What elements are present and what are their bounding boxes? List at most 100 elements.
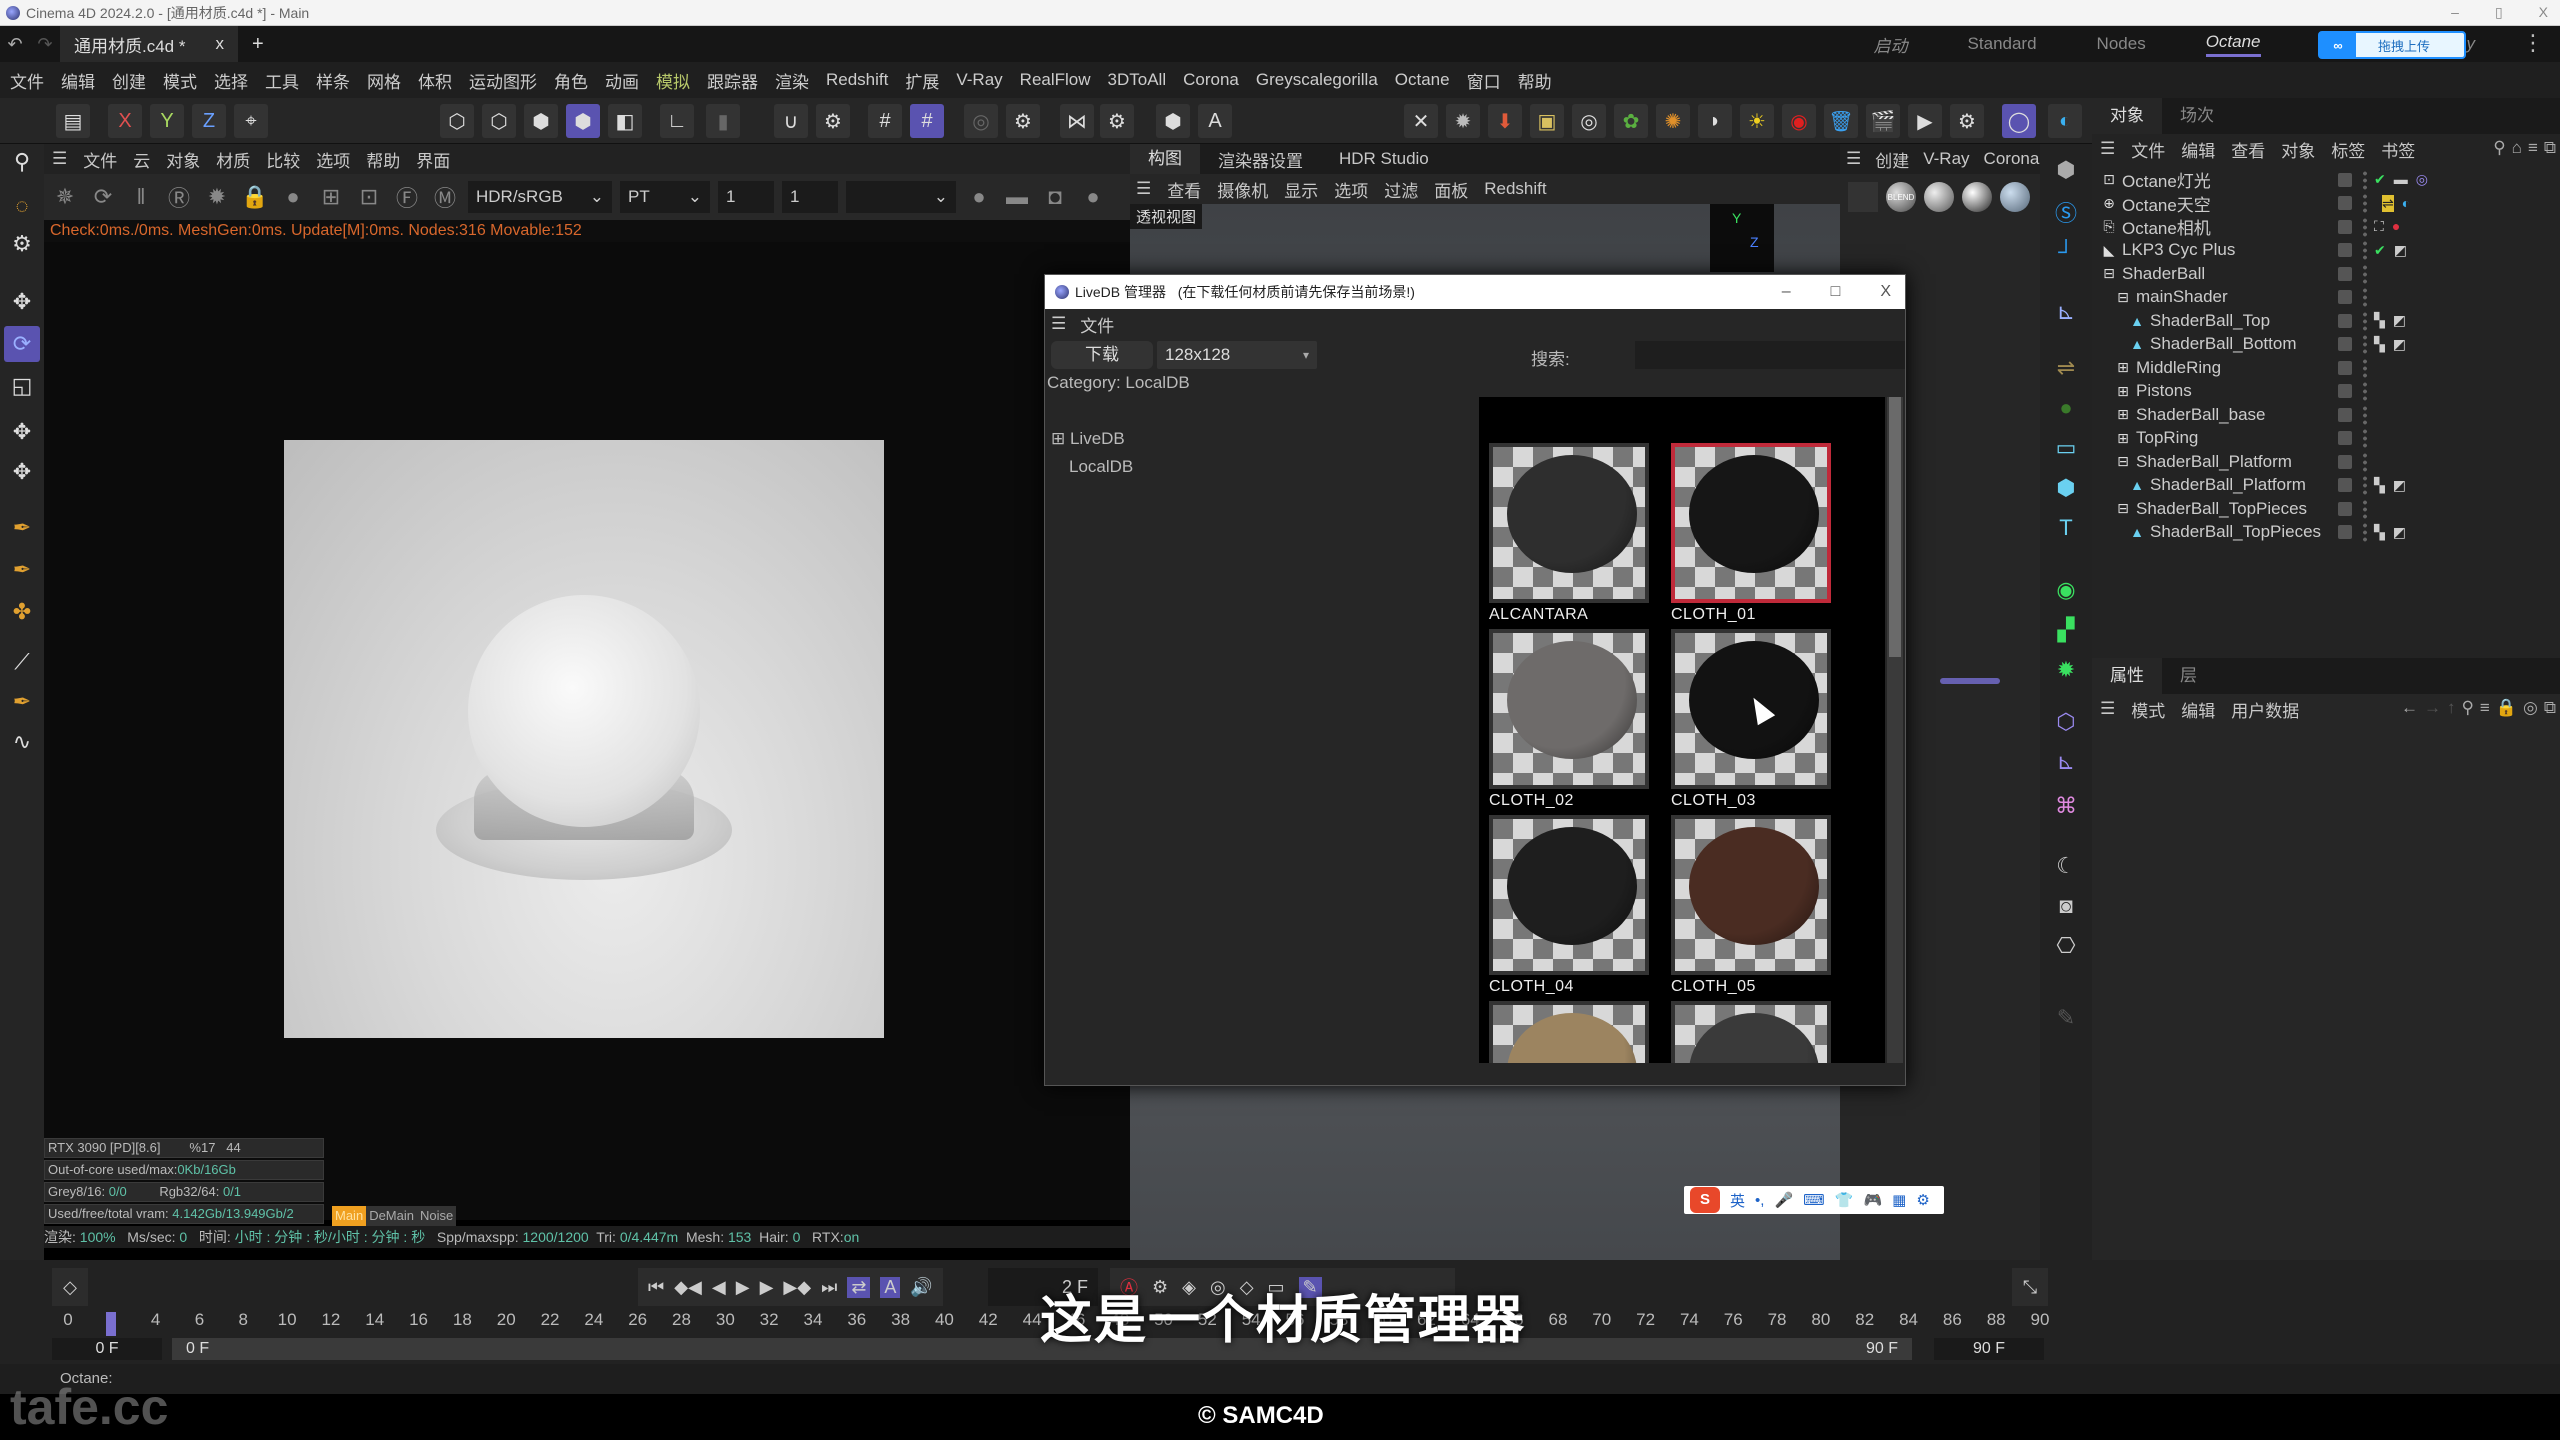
object-panel-tab[interactable]: 场次 [2162, 98, 2232, 134]
viewport-menu-item[interactable]: 显示 [1284, 177, 1318, 202]
keyframe-icon[interactable]: ◇ [52, 1268, 88, 1306]
hamburger-icon[interactable]: ☰ [2100, 139, 2115, 159]
menu-item[interactable]: 选择 [214, 68, 248, 93]
attribute-panel-tab[interactable]: 属性 [2092, 658, 2162, 694]
redo-icon[interactable]: ↷ [30, 34, 60, 55]
tag-icon[interactable]: ● [2392, 218, 2400, 235]
expand-timeline-icon[interactable]: ⤡ [2012, 1268, 2048, 1306]
octane-menu-item[interactable]: 选项 [316, 147, 350, 172]
tag-icon[interactable]: ▚ [2374, 477, 2385, 494]
tree-item-livedb[interactable]: ⊞ LiveDB [1051, 425, 1501, 453]
start-min-field[interactable]: 0 F [52, 1338, 162, 1360]
render-dots[interactable] [2362, 334, 2368, 355]
hamburger-icon[interactable]: ☰ [1051, 314, 1066, 334]
new-window-icon[interactable]: ⧉ [2544, 698, 2556, 718]
minimize-button[interactable]: – [2451, 4, 2459, 21]
render-dots[interactable] [2362, 451, 2368, 472]
visibility-toggle[interactable] [2338, 478, 2352, 493]
object-row[interactable]: ▲ ShaderBall_Top ▚ ◩ [2092, 309, 2560, 333]
menu-item[interactable]: Redshift [826, 70, 888, 90]
attribute-menu-item[interactable]: 模式 [2131, 697, 2165, 722]
menu-item[interactable]: 编辑 [61, 68, 95, 93]
ime-language[interactable]: 英 [1730, 1190, 1745, 1211]
hamburger-icon[interactable]: ☰ [1846, 149, 1861, 169]
multi-transform-icon[interactable]: ✥ [4, 454, 40, 490]
new-tab-button[interactable]: + [252, 33, 264, 56]
forward-icon[interactable]: → [2424, 698, 2441, 718]
shuffle-icon[interactable]: ✕ [1404, 104, 1438, 138]
dialog-menu-file[interactable]: 文件 [1080, 312, 1114, 337]
render-dots[interactable] [2362, 475, 2368, 496]
octane-target-icon[interactable]: ◎ [1572, 104, 1606, 138]
mid-menu-item[interactable]: Corona [1984, 149, 2040, 169]
object-row[interactable]: ⊡ Octane灯光 ✔ ▬ ◎ [2092, 168, 2560, 192]
tree-item-localdb[interactable]: LocalDB [1051, 453, 1501, 481]
menu-item[interactable]: 跟踪器 [707, 68, 758, 93]
dialog-maximize-button[interactable]: □ [1831, 283, 1841, 301]
tag-icon[interactable]: ✔ [2374, 242, 2386, 259]
octane-menu-item[interactable]: 文件 [83, 147, 117, 172]
object-row[interactable]: ◣ LKP3 Cyc Plus ✔ ◩ [2092, 239, 2560, 263]
render-dots[interactable] [2362, 404, 2368, 425]
filter-icon[interactable]: ≡ [2480, 698, 2490, 718]
material-item[interactable]: CLOTH_04 [1489, 815, 1649, 999]
menu-item[interactable]: 动画 [605, 68, 639, 93]
render-dots[interactable] [2362, 287, 2368, 308]
layout-tab[interactable]: 启动 [1874, 32, 1908, 57]
sphere-icon[interactable]: ● [278, 182, 308, 212]
viewport-menu-item[interactable]: 摄像机 [1217, 177, 1268, 202]
hamburger-icon[interactable]: ☰ [52, 149, 67, 169]
render-dots[interactable] [2362, 428, 2368, 449]
object-menu-item[interactable]: 标签 [2331, 137, 2365, 162]
search-input[interactable] [1635, 341, 1905, 369]
apps-icon[interactable]: ▦ [1892, 1191, 1906, 1209]
cloner-icon[interactable]: ● [2048, 390, 2084, 426]
knife-icon[interactable]: ✒ [4, 684, 40, 720]
menu-item[interactable]: 样条 [316, 68, 350, 93]
object-row[interactable]: ⊟ mainShader [2092, 286, 2560, 310]
symmetry-icon[interactable]: ⋈ [1060, 104, 1094, 138]
text-icon[interactable]: T [2048, 510, 2084, 546]
tag-icon[interactable]: ▬ [2394, 171, 2408, 188]
soft-selection-icon[interactable]: ◎ [964, 104, 998, 138]
play-icon[interactable]: ▶ [736, 1277, 750, 1298]
menu-item[interactable]: 窗口 [1467, 68, 1501, 93]
light-icon[interactable]: ⎔ [2048, 928, 2084, 964]
menu-item[interactable]: 角色 [554, 68, 588, 93]
material-thumbnail[interactable] [1671, 443, 1831, 603]
visibility-toggle[interactable] [2338, 266, 2352, 281]
tag-icon[interactable]: ◩ [2394, 242, 2407, 259]
object-row[interactable]: ⊟ ShaderBall [2092, 262, 2560, 286]
octane-scatter-icon[interactable]: ✿ [1614, 104, 1648, 138]
film-region-icon[interactable]: ⊡ [354, 182, 384, 212]
z-axis-toggle[interactable]: Z [192, 104, 226, 138]
more-menu-icon[interactable]: ⋮ [2522, 30, 2544, 56]
object-row[interactable]: ⊟ ShaderBall_Platform [2092, 450, 2560, 474]
tag-icon[interactable]: ◩ [2393, 524, 2406, 541]
visibility-toggle[interactable] [2338, 384, 2352, 399]
sound-icon[interactable]: 🔊 [910, 1277, 932, 1298]
menu-item[interactable]: Greyscalegorilla [1256, 70, 1378, 90]
channel-main[interactable]: Main [332, 1206, 367, 1226]
menu-item[interactable]: Corona [1183, 70, 1239, 90]
object-row[interactable]: ⊞ ShaderBall_base [2092, 403, 2560, 427]
end-max-field[interactable]: 90 F [1934, 1338, 2044, 1360]
octane-menu-item[interactable]: 界面 [416, 147, 450, 172]
add-region-icon[interactable]: ⊞ [316, 182, 346, 212]
octane-vdb-icon[interactable]: ✺ [1656, 104, 1690, 138]
menu-item[interactable]: 文件 [10, 68, 44, 93]
snap-settings-icon[interactable]: ⚙ [816, 104, 850, 138]
menu-item[interactable]: 工具 [265, 68, 299, 93]
visibility-toggle[interactable] [2338, 360, 2352, 375]
tag-icon[interactable]: ◩ [2393, 312, 2406, 329]
upload-button[interactable]: ∞ 拖拽上传 [2318, 31, 2466, 59]
field-icon[interactable]: ⊾ [2048, 744, 2084, 780]
dialog-close-button[interactable]: X [1880, 283, 1891, 301]
visibility-toggle[interactable] [2338, 407, 2352, 422]
search-icon[interactable]: ⚲ [2461, 698, 2473, 718]
viewport-menu-item[interactable]: 面板 [1434, 177, 1468, 202]
delete-icon[interactable]: 🗑 [1824, 104, 1858, 138]
live-selection-icon[interactable]: ◌ [4, 188, 40, 224]
polygons-mode-icon[interactable]: ⬢ [524, 104, 558, 138]
material-item[interactable]: CLOTH_03 [1671, 629, 1831, 813]
